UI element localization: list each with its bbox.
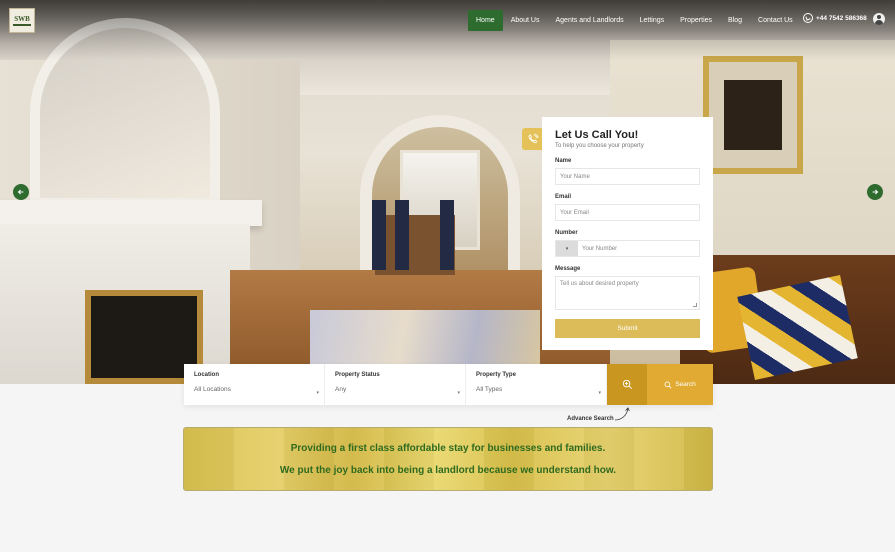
number-field[interactable]: Your Number <box>578 246 617 252</box>
phone-call-icon <box>528 133 539 144</box>
curved-arrow-icon <box>614 407 630 421</box>
advance-search-link[interactable]: Advance Search <box>567 416 614 422</box>
location-label: Location <box>194 372 219 378</box>
slider-next-button[interactable] <box>867 184 883 200</box>
email-field[interactable]: Your Email <box>555 204 700 221</box>
message-field[interactable]: Tell us about desired property <box>555 276 700 310</box>
status-select[interactable]: Property Status Any ▾ <box>325 364 466 405</box>
arrow-left-icon <box>17 189 24 195</box>
type-select[interactable]: Property Type All Types ▾ <box>466 364 607 405</box>
nav-lettings[interactable]: Lettings <box>632 10 673 31</box>
form-subtitle: To help you choose your property <box>555 143 644 149</box>
tagline-line-1: Providing a first class affordable stay … <box>290 443 606 454</box>
chevron-down-icon: ▾ <box>316 390 319 396</box>
tagline-banner: Providing a first class affordable stay … <box>183 427 713 491</box>
location-select[interactable]: Location All Locations ▾ <box>184 364 325 405</box>
chevron-down-icon: ▾ <box>457 390 460 396</box>
hero-slider <box>0 0 895 384</box>
status-value: Any <box>335 386 347 393</box>
number-field-group: ▾ Your Number <box>555 240 700 257</box>
arrow-right-icon <box>872 189 879 195</box>
status-label: Property Status <box>335 372 380 378</box>
site-logo[interactable]: SWB <box>9 8 35 33</box>
nav-properties[interactable]: Properties <box>672 10 720 31</box>
user-account-icon[interactable] <box>873 13 885 25</box>
form-title: Let Us Call You! <box>555 129 639 141</box>
name-label: Name <box>555 158 572 164</box>
location-value: All Locations <box>194 386 231 393</box>
search-button[interactable]: Search <box>647 364 713 405</box>
number-label: Number <box>555 230 578 236</box>
submit-button[interactable]: Submit <box>555 319 700 338</box>
type-value: All Types <box>476 386 503 393</box>
nav-home[interactable]: Home <box>468 10 503 31</box>
resize-grip-icon[interactable] <box>693 303 697 307</box>
phone-number: +44 7542 586368 <box>816 14 867 22</box>
search-icon <box>664 381 672 388</box>
slider-prev-button[interactable] <box>13 184 29 200</box>
property-search-bar: Location All Locations ▾ Property Status… <box>184 364 713 405</box>
country-code-select[interactable]: ▾ <box>556 241 578 256</box>
nav-contact-us[interactable]: Contact Us <box>750 10 801 31</box>
main-nav: Home About Us Agents and Landlords Letti… <box>468 10 801 31</box>
message-label: Message <box>555 266 581 272</box>
hero-picture <box>724 80 782 150</box>
hero-mantel <box>0 200 262 226</box>
callback-form: Let Us Call You! To help you choose your… <box>542 117 713 350</box>
type-label: Property Type <box>476 372 516 378</box>
email-label: Email <box>555 194 572 200</box>
callback-badge <box>522 128 544 150</box>
message-placeholder: Tell us about desired property <box>560 281 639 287</box>
hero-chair <box>372 200 386 270</box>
zoom-in-icon <box>622 379 632 389</box>
logo-underline <box>13 23 31 26</box>
phone-link[interactable]: +44 7542 586368 <box>803 13 867 23</box>
nav-about-us[interactable]: About Us <box>503 10 548 31</box>
search-button-label: Search <box>675 381 696 388</box>
advance-search-toggle[interactable] <box>607 364 647 405</box>
hero-picture-frame <box>703 56 803 174</box>
whatsapp-icon <box>803 13 813 23</box>
hero-chair <box>395 200 409 270</box>
chevron-down-icon: ▾ <box>598 390 601 396</box>
nav-blog[interactable]: Blog <box>720 10 750 31</box>
logo-text: SWB <box>14 14 30 23</box>
nav-agents-landlords[interactable]: Agents and Landlords <box>547 10 631 31</box>
hero-chair <box>440 200 454 270</box>
tagline-line-2: We put the joy back into being a landlor… <box>279 465 617 476</box>
name-field[interactable]: Your Name <box>555 168 700 185</box>
